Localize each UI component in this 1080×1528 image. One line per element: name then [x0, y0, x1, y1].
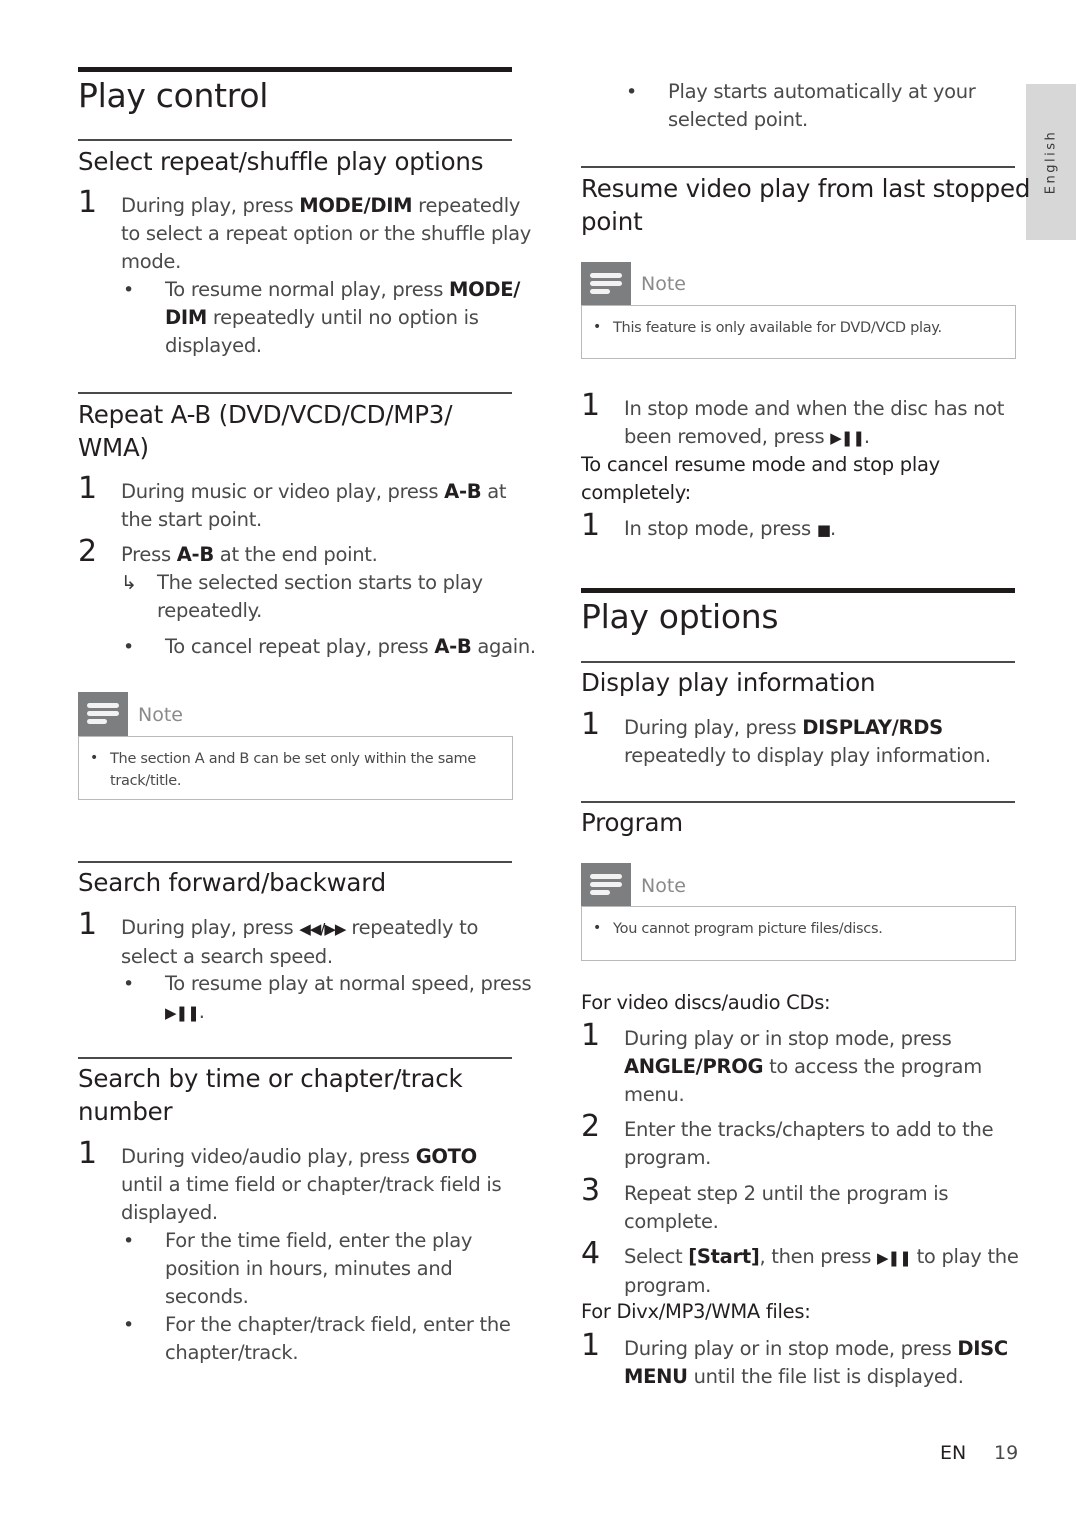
step-text: During play, press MODE/DIM repeatedly t… — [121, 194, 532, 273]
step-text: During play or in stop mode, press DISC … — [624, 1337, 1008, 1388]
bullet-text: Play starts automatically at your select… — [668, 80, 976, 131]
note-content: • This feature is only available for DVD… — [581, 305, 1016, 359]
note-title: Note — [641, 273, 686, 295]
bullet-icon: • — [123, 1314, 135, 1336]
heading-rule — [581, 166, 1015, 168]
heading-rule — [78, 139, 512, 141]
key-label: A-B — [444, 480, 482, 503]
key-label: ANGLE/PROG — [624, 1055, 764, 1078]
section-title-play-options: Play options — [581, 597, 779, 636]
bullet-text: To resume normal play, press MODE/ DIM r… — [165, 278, 521, 357]
step-text: Enter the tracks/chapters to add to the … — [624, 1118, 994, 1169]
step-number: 1 — [581, 1018, 601, 1053]
key-label: MENU — [624, 1365, 688, 1388]
footer-language: EN — [940, 1442, 967, 1464]
heading-repeat-shuffle: Select repeat/shuffle play options — [78, 147, 484, 176]
section-title-play-control: Play control — [78, 76, 269, 115]
step-text: During video/audio play, press GOTO unti… — [121, 1145, 502, 1224]
step-text: During play or in stop mode, press ANGLE… — [624, 1027, 982, 1106]
step-text: During play, press DISPLAY/RDS repeatedl… — [624, 716, 991, 767]
video-discs-label: For video discs/audio CDs: — [581, 991, 831, 1014]
bullet-icon: • — [123, 636, 135, 658]
key-label: DIM — [165, 306, 207, 329]
result-arrow-icon: ↳ — [121, 572, 137, 594]
step-number: 1 — [581, 388, 601, 423]
bullet-icon: • — [593, 319, 602, 335]
note-title: Note — [138, 704, 183, 726]
bullet-icon: • — [123, 1230, 135, 1252]
heading-search-fb: Search forward/backward — [78, 868, 387, 897]
step-text: Select [Start], then press ▶❚❚ to play t… — [624, 1245, 1019, 1297]
section-rule — [78, 67, 512, 72]
key-label: GOTO — [415, 1145, 478, 1168]
note-content: • You cannot program picture files/discs… — [581, 906, 1016, 961]
result-text: The selected section starts to play repe… — [157, 571, 483, 622]
heading-program: Program — [581, 808, 683, 837]
step-number: 3 — [581, 1173, 601, 1208]
step-number: 4 — [581, 1236, 601, 1271]
bullet-icon: • — [593, 920, 602, 936]
play-pause-icon: ▶❚❚ — [877, 1249, 912, 1267]
heading-rule — [78, 861, 512, 863]
heading-rule — [78, 392, 512, 394]
key-label: MODE/ — [449, 278, 521, 301]
step-text: During music or video play, press A-B at… — [121, 480, 507, 531]
note-icon — [581, 863, 631, 907]
bullet-text: To cancel repeat play, press A-B again. — [165, 635, 536, 658]
key-label: DISC — [957, 1337, 1008, 1360]
step-number: 1 — [78, 471, 98, 506]
page-number: 19 — [994, 1442, 1019, 1464]
bullet-icon: • — [123, 279, 135, 301]
step-number: 2 — [581, 1109, 601, 1144]
heading-display-info: Display play information — [581, 668, 876, 697]
step-text: Press A-B at the end point. — [121, 543, 378, 566]
bullet-text: For the time field, enter the play posit… — [165, 1229, 473, 1308]
note-text: You cannot program picture files/discs. — [613, 921, 883, 937]
heading-search-time: Search by time or chapter/track number — [78, 1064, 463, 1126]
key-label: A-B — [434, 635, 472, 658]
bullet-text: For the chapter/track field, enter the c… — [165, 1313, 511, 1364]
bullet-icon: • — [123, 973, 135, 995]
note-text: This feature is only available for DVD/V… — [613, 320, 942, 336]
key-label: MODE/DIM — [299, 194, 413, 217]
note-content: • The section A and B can be set only wi… — [78, 736, 513, 800]
play-pause-icon: ▶❚❚ — [830, 429, 865, 447]
divx-files-label: For Divx/MP3/WMA files: — [581, 1300, 811, 1323]
section-rule — [581, 588, 1015, 593]
step-text: Repeat step 2 until the program is compl… — [624, 1182, 949, 1233]
step-text: In stop mode and when the disc has not b… — [624, 397, 1005, 448]
key-label: DISPLAY/RDS — [802, 716, 943, 739]
key-label: A-B — [176, 543, 214, 566]
step-number: 2 — [78, 534, 98, 569]
note-icon — [78, 692, 128, 736]
note-text: The section A and B can be set only with… — [110, 751, 477, 789]
step-number: 1 — [78, 907, 98, 942]
step-text: In stop mode, press ■. — [624, 517, 836, 540]
heading-repeat-ab: Repeat A-B (DVD/VCD/CD/MP3/ WMA) — [78, 400, 453, 462]
step-number: 1 — [78, 1136, 98, 1171]
play-pause-icon: ▶❚❚ — [165, 1004, 200, 1022]
step-number: 1 — [581, 508, 601, 543]
bullet-icon: • — [90, 750, 99, 766]
step-text: During play, press ◀◀/▶▶ repeatedly to s… — [121, 916, 479, 968]
step-number: 1 — [78, 185, 98, 220]
heading-rule — [581, 801, 1015, 803]
step-number: 1 — [581, 707, 601, 742]
heading-rule — [78, 1057, 512, 1059]
heading-resume: Resume video play from last stopped poin… — [581, 174, 1031, 236]
stop-icon: ■ — [816, 521, 831, 539]
bullet-icon: • — [626, 81, 638, 103]
language-tab-label: English — [1043, 129, 1059, 195]
rewind-fastforward-icon: ◀◀/▶▶ — [299, 920, 346, 938]
heading-rule — [581, 661, 1015, 663]
bullet-text: To resume play at normal speed, press ▶❚… — [165, 972, 532, 1023]
key-label: [Start] — [688, 1245, 760, 1268]
cancel-resume-label: To cancel resume mode and stop play comp… — [581, 453, 940, 504]
note-icon — [581, 262, 631, 306]
step-number: 1 — [581, 1328, 601, 1363]
note-title: Note — [641, 875, 686, 897]
